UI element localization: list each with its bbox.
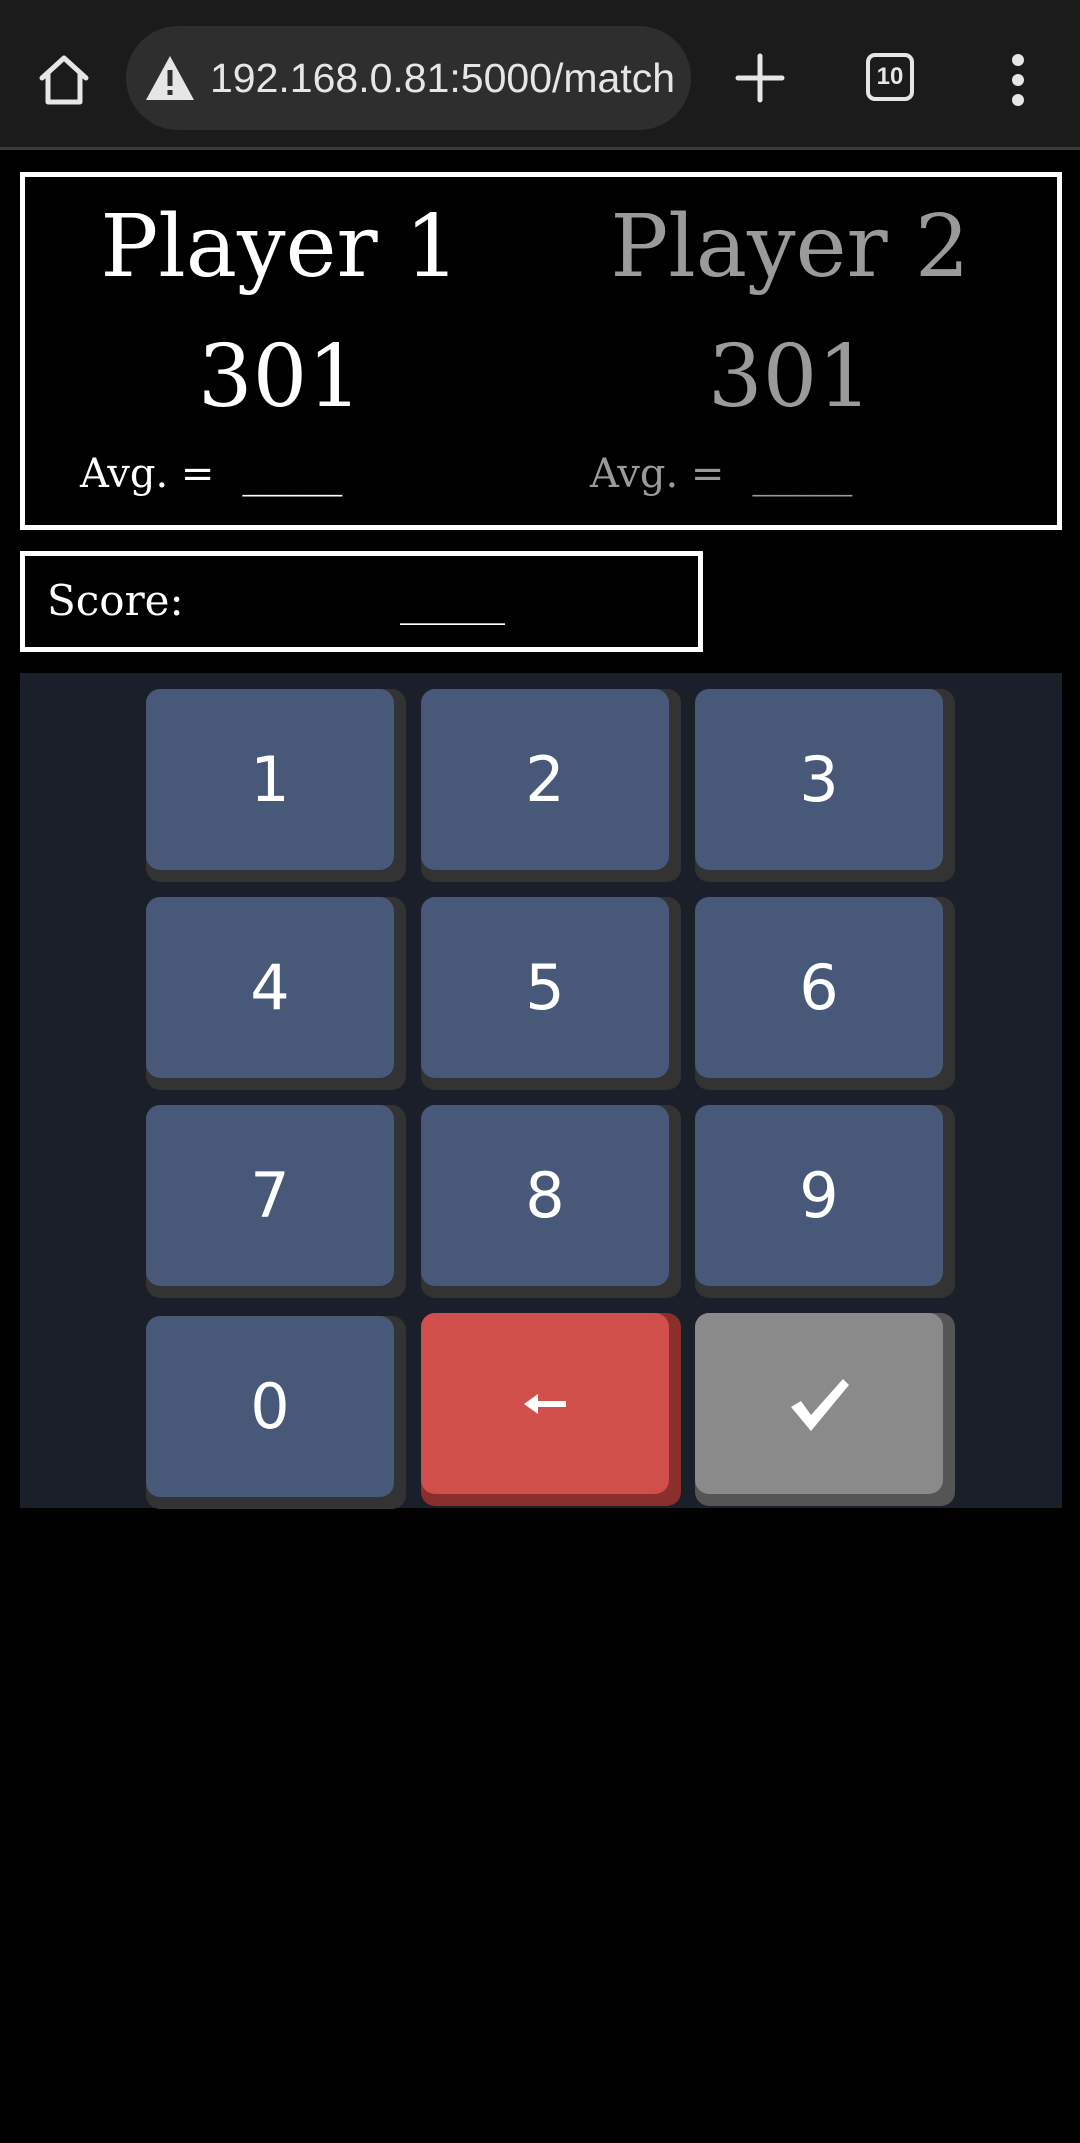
score-value: _____ (400, 576, 505, 625)
player-name: Player 2 (610, 197, 970, 297)
average-value: _____ (752, 451, 853, 497)
checkmark-icon (787, 1375, 851, 1433)
key-label: 7 (146, 1105, 394, 1286)
home-icon[interactable] (34, 50, 94, 110)
key-label: 8 (421, 1105, 669, 1286)
key-label: 9 (695, 1105, 943, 1286)
key-label: 1 (146, 689, 394, 870)
number-keypad: 1 2 3 4 5 6 7 8 9 0 (20, 673, 1062, 1509)
key-2[interactable]: 2 (421, 689, 681, 882)
key-0[interactable]: 0 (146, 1316, 406, 1509)
average-label: Avg. = (80, 451, 215, 497)
tab-switcher-button[interactable]: 10 (866, 53, 914, 101)
key-7[interactable]: 7 (146, 1105, 406, 1298)
confirm-button[interactable] (695, 1313, 955, 1506)
key-5[interactable]: 5 (421, 897, 681, 1090)
player-remaining-score: 301 (707, 327, 873, 427)
players-panel: Player 1 301 Avg. = _____ Player 2 301 Av… (20, 172, 1062, 530)
player-remaining-score: 301 (197, 327, 363, 427)
key-label: 6 (695, 897, 943, 1078)
player-name: Player 1 (100, 197, 460, 297)
warning-icon[interactable] (144, 54, 196, 102)
key-8[interactable]: 8 (421, 1105, 681, 1298)
more-vertical-icon[interactable] (998, 52, 1038, 108)
backspace-face (421, 1313, 669, 1494)
player-1-card: Player 1 301 Avg. = _____ (25, 177, 535, 525)
score-input[interactable]: Score: _____ (20, 551, 703, 652)
key-6[interactable]: 6 (695, 897, 955, 1090)
key-label: 3 (695, 689, 943, 870)
plus-icon[interactable] (730, 48, 790, 108)
key-3[interactable]: 3 (695, 689, 955, 882)
average-label: Avg. = (590, 451, 725, 497)
average-value: _____ (242, 451, 343, 497)
key-4[interactable]: 4 (146, 897, 406, 1090)
player-average: Avg. = _____ (590, 449, 852, 499)
address-bar[interactable]: 192.168.0.81:5000/match (126, 26, 691, 130)
browser-toolbar: 192.168.0.81:5000/match 10 (0, 0, 1080, 150)
url-text[interactable]: 192.168.0.81:5000/match (210, 26, 680, 130)
player-average: Avg. = _____ (80, 449, 342, 499)
key-label: 4 (146, 897, 394, 1078)
confirm-face (695, 1313, 943, 1494)
key-label: 5 (421, 897, 669, 1078)
score-label: Score: (47, 576, 184, 625)
key-label: 0 (146, 1316, 394, 1497)
backspace-button[interactable] (421, 1313, 681, 1506)
key-9[interactable]: 9 (695, 1105, 955, 1298)
player-2-card: Player 2 301 Avg. = _____ (535, 177, 1045, 525)
key-label: 2 (421, 689, 669, 870)
key-1[interactable]: 1 (146, 689, 406, 882)
arrow-left-icon (522, 1392, 568, 1416)
